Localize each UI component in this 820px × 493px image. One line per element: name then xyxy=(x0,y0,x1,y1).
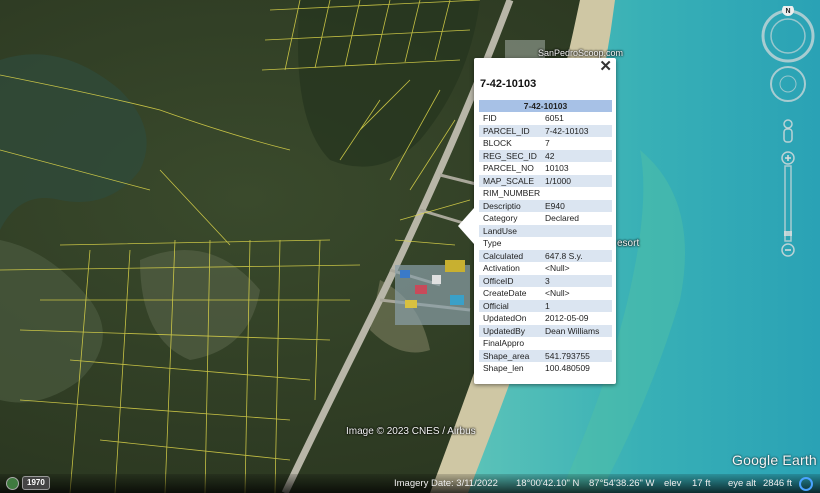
attribute-row: Shape_area 541.793755 xyxy=(479,349,612,362)
resort-label: esort xyxy=(617,238,640,249)
attribute-row: LandUse xyxy=(479,224,612,237)
attribute-value: 7 xyxy=(545,138,550,149)
streaming-indicator-icon xyxy=(799,477,813,491)
attribute-key: FID xyxy=(483,113,497,124)
attribute-row: CreateDate <Null> xyxy=(479,287,612,300)
attribute-value: 100.480509 xyxy=(545,363,590,374)
attribute-row: REG_SEC_ID 42 xyxy=(479,149,612,162)
attribute-key: BLOCK xyxy=(483,138,512,149)
attribute-key: Descriptio xyxy=(479,199,541,212)
attribute-value: 1/1000 xyxy=(541,174,612,187)
attribute-row: Descriptio E940 xyxy=(479,199,612,212)
attribute-value: E940 xyxy=(541,199,612,212)
attribute-row: UpdatedOn 2012-05-09 xyxy=(479,312,612,325)
attribute-row: BLOCK 7 xyxy=(479,137,612,150)
attribute-value xyxy=(541,187,612,200)
attribute-row: PARCEL_ID 7-42-10103 xyxy=(479,124,612,137)
attribute-value xyxy=(541,237,612,250)
attribute-key: Official xyxy=(479,299,541,312)
compass-north-label: N xyxy=(785,8,790,15)
attribute-value: 42 xyxy=(541,149,612,162)
attribute-row: Type xyxy=(479,237,612,250)
look-joystick[interactable] xyxy=(770,66,806,102)
attribute-value xyxy=(541,224,612,237)
latitude-readout: 18°00'42.10" N xyxy=(516,478,580,489)
watermark-url: SanPedroScoop.com xyxy=(538,48,624,58)
attribute-row: Category Declared xyxy=(479,212,612,225)
attribute-value: 7-42-10103 xyxy=(541,124,612,137)
attribute-row: Shape_len 100.480509 xyxy=(479,362,612,375)
attribute-row: Official 1 xyxy=(479,299,612,312)
navigation-controls[interactable]: N xyxy=(758,6,818,276)
attribute-key: UpdatedOn xyxy=(483,313,527,324)
attribute-row: OfficeID 3 xyxy=(479,274,612,287)
attribute-row: MAP_SCALE 1/1000 xyxy=(479,174,612,187)
attribute-table: 7-42-10103 FID 6051 PARCEL_ID 7-42-10103 BLO… xyxy=(479,100,612,375)
elevation-value: 17 ft xyxy=(692,478,711,489)
balloon-tail xyxy=(458,208,474,244)
attribute-key: REG_SEC_ID xyxy=(479,149,541,162)
attribute-value: 10103 xyxy=(545,163,569,174)
attribute-key: FinalAppro xyxy=(483,338,525,349)
eye-altitude-label: eye alt xyxy=(728,478,756,489)
attribute-key: Shape_len xyxy=(483,363,524,374)
attribute-row: UpdatedBy Dean Williams xyxy=(479,324,612,337)
attribute-key: Shape_area xyxy=(479,349,541,362)
status-bar: Imagery Date: 3/11/2022 18°00'42.10" N 8… xyxy=(0,474,820,493)
imagery-date: Imagery Date: 3/11/2022 xyxy=(394,478,498,489)
attribute-row: Activation <Null> xyxy=(479,262,612,275)
attribute-key: Calculated xyxy=(479,249,541,262)
attribute-key: PARCEL_ID xyxy=(479,124,541,137)
attribute-row: FinalAppro xyxy=(479,337,612,350)
close-icon[interactable]: ✕ xyxy=(599,59,612,75)
attribute-table-header: 7-42-10103 xyxy=(479,100,612,112)
attribute-row: FID 6051 xyxy=(479,112,612,125)
attribute-key: CreateDate xyxy=(483,288,527,299)
attribute-value xyxy=(541,337,612,350)
eye-altitude-value: 2846 ft xyxy=(763,478,793,489)
attribute-row: RIM_NUMBER xyxy=(479,187,612,200)
longitude-readout: 87°54'38.26" W xyxy=(589,478,655,489)
attribute-value: 3 xyxy=(541,274,612,287)
attribute-value: <Null> xyxy=(545,263,570,274)
attribute-key: OfficeID xyxy=(479,274,541,287)
attribute-value: 541.793755 xyxy=(541,349,612,362)
elevation-label: elev xyxy=(664,478,682,489)
zoom-slider[interactable] xyxy=(781,151,795,257)
google-earth-logo: Google Earth xyxy=(732,452,817,468)
parcel-info-balloon: ✕ 7-42-10103 7-42-10103 FID 6051 PARCEL_ID… xyxy=(458,58,616,384)
attribute-key: Type xyxy=(483,238,502,249)
attribute-row: PARCEL_NO 10103 xyxy=(479,162,612,175)
imagery-credit: Image © 2023 CNES / Airbus xyxy=(346,426,476,437)
attribute-key: UpdatedBy xyxy=(479,324,541,337)
attribute-value: 1 xyxy=(541,299,612,312)
attribute-row: Calculated 647.8 S.y. xyxy=(479,249,612,262)
attribute-value: Dean Williams xyxy=(541,324,612,337)
attribute-key: MAP_SCALE xyxy=(479,174,541,187)
attribute-key: PARCEL_NO xyxy=(483,163,534,174)
satellite-map[interactable] xyxy=(0,0,820,493)
attribute-key: Category xyxy=(483,213,518,224)
historical-imagery-year[interactable]: 1970 xyxy=(22,476,50,490)
attribute-value: 2012-05-09 xyxy=(545,313,589,324)
attribute-value: <Null> xyxy=(545,288,570,299)
attribute-value: 6051 xyxy=(545,113,564,124)
attribute-value: 647.8 S.y. xyxy=(541,249,612,262)
attribute-key: Activation xyxy=(483,263,520,274)
attribute-key: RIM_NUMBER xyxy=(483,188,541,199)
attribute-value: Declared xyxy=(545,213,580,224)
historical-imagery-clock-icon[interactable] xyxy=(6,477,19,490)
attribute-key: LandUse xyxy=(479,224,541,237)
balloon-title: 7-42-10103 xyxy=(480,78,537,90)
street-view-pegman-icon[interactable] xyxy=(783,119,793,143)
